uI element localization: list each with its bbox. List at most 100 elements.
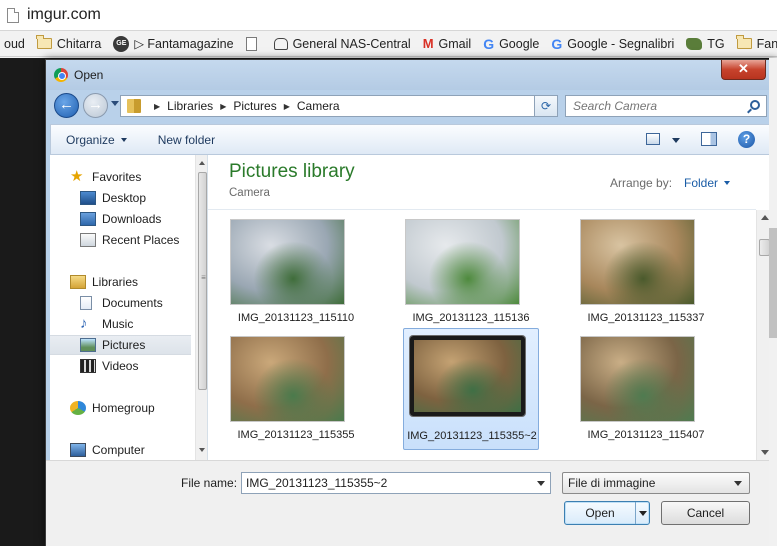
sidebar-item-favorites[interactable]: ★ Favorites	[50, 167, 191, 187]
image-thumbnail[interactable]	[410, 336, 525, 416]
arrange-by-dropdown[interactable]: Folder	[684, 176, 731, 190]
refresh-button[interactable]: ⟳	[534, 95, 558, 117]
sidebar-item-computer[interactable]: Computer	[50, 440, 191, 460]
recent-locations-dropdown-icon[interactable]	[111, 101, 119, 106]
url-text[interactable]: imgur.com	[27, 6, 101, 24]
breadcrumb-pictures[interactable]: Pictures	[233, 99, 276, 113]
bookmark-label[interactable]: Fant	[757, 37, 777, 51]
image-thumbnail[interactable]	[230, 336, 345, 422]
bookmark-item[interactable]: oud	[0, 34, 29, 54]
file-type-select[interactable]: File di immagine	[562, 472, 750, 494]
search-box[interactable]	[565, 95, 767, 117]
change-view-icon[interactable]	[646, 133, 660, 145]
bookmark-label[interactable]: General NAS-Central	[293, 37, 411, 51]
file-type-value[interactable]: File di immagine	[568, 476, 655, 490]
breadcrumb-libraries[interactable]: Libraries	[167, 99, 213, 113]
new-folder-button[interactable]: New folder	[158, 133, 215, 147]
sidebar-item-libraries[interactable]: Libraries	[50, 272, 191, 292]
sidebar-item-videos[interactable]: Videos	[50, 356, 191, 376]
bookmark-item[interactable]: Chitarra	[33, 34, 105, 54]
image-thumbnail[interactable]	[580, 336, 695, 422]
preview-pane-icon[interactable]	[701, 132, 717, 146]
chevron-right-icon[interactable]: ▶	[220, 102, 226, 111]
file-tile[interactable]: IMG_20131123_115407	[578, 328, 714, 450]
sidebar-item-label: Downloads	[102, 212, 162, 226]
bookmark-label[interactable]: Google	[499, 37, 539, 51]
bookmark-item[interactable]: G Google - Segnalibri	[547, 34, 678, 54]
sidebar-item-desktop[interactable]: Desktop	[50, 188, 191, 208]
scroll-down-icon[interactable]	[761, 450, 769, 455]
image-thumbnail[interactable]	[230, 219, 345, 305]
search-input[interactable]	[566, 96, 736, 116]
scroll-up-icon[interactable]	[199, 161, 205, 165]
breadcrumb[interactable]: ▶ Libraries ▶ Pictures ▶ Camera	[120, 95, 558, 117]
search-icon[interactable]	[750, 100, 760, 110]
image-thumbnail[interactable]	[580, 219, 695, 305]
scroll-down-icon[interactable]	[199, 448, 205, 452]
file-tile[interactable]: IMG_20131123_115136	[403, 211, 539, 333]
forward-button[interactable]: →	[83, 93, 108, 118]
navigation-scrollbar[interactable]	[195, 155, 207, 460]
bookmark-label[interactable]: Gmail	[439, 37, 472, 51]
file-name[interactable]: IMG_20131123_115110	[228, 311, 364, 325]
scroll-thumb[interactable]	[198, 172, 207, 390]
file-name-combobox[interactable]	[241, 472, 551, 494]
bookmark-item[interactable]: M Gmail	[419, 34, 476, 54]
scroll-up-icon[interactable]	[761, 215, 769, 220]
bookmark-item[interactable]: General NAS-Central	[270, 34, 415, 54]
sidebar-item-pictures[interactable]: Pictures	[50, 335, 191, 355]
thumbnail-subject	[231, 337, 344, 421]
file-tile[interactable]: IMG_20131123_115355	[228, 328, 364, 450]
cancel-button[interactable]: Cancel	[661, 501, 750, 525]
file-name[interactable]: IMG_20131123_115355	[228, 428, 364, 442]
file-tile[interactable]: IMG_20131123_115355~2	[403, 328, 539, 450]
organize-button[interactable]: Organize	[66, 133, 127, 147]
sidebar-item-music[interactable]: ♪ Music	[50, 314, 191, 334]
bookmark-label[interactable]: Chitarra	[57, 37, 101, 51]
split-divider	[635, 502, 636, 524]
help-icon[interactable]: ?	[738, 131, 755, 148]
bookmark-item[interactable]: GE ▷ Fantamagazine	[109, 34, 237, 54]
close-button[interactable]: ✕	[721, 60, 766, 80]
file-name[interactable]: IMG_20131123_115337	[578, 311, 714, 325]
libraries-icon	[127, 99, 141, 113]
open-button[interactable]: Open	[564, 501, 650, 525]
bookmark-label[interactable]: TG	[707, 37, 724, 51]
chevron-down-icon[interactable]	[724, 181, 731, 185]
sidebar-item-label: Desktop	[102, 191, 147, 205]
chevron-down-icon[interactable]	[537, 481, 545, 486]
bookmark-item[interactable]: Fant	[733, 34, 777, 54]
back-button[interactable]: ←	[54, 93, 79, 118]
chevron-down-icon[interactable]	[672, 138, 680, 143]
chevron-down-icon[interactable]	[639, 511, 647, 516]
sidebar-item-homegroup[interactable]: Homegroup	[50, 398, 191, 418]
bookmark-label[interactable]: ▷ Fantamagazine	[134, 36, 233, 51]
bookmark-item[interactable]	[242, 34, 266, 54]
file-name-input[interactable]	[242, 473, 527, 493]
thumbnail-subject	[581, 220, 694, 304]
file-name[interactable]: IMG_20131123_115136	[403, 311, 539, 325]
bookmark-label[interactable]: oud	[4, 37, 25, 51]
bookmark-item[interactable]: TG	[682, 34, 728, 54]
image-thumbnail[interactable]	[405, 219, 520, 305]
sidebar-item-label: Music	[102, 317, 134, 331]
file-name[interactable]: IMG_20131123_115407	[578, 428, 714, 442]
chevron-down-icon[interactable]	[734, 481, 742, 486]
bookmark-label[interactable]: Google - Segnalibri	[567, 37, 674, 51]
nas-icon	[273, 37, 288, 50]
chevron-right-icon[interactable]: ▶	[154, 102, 160, 111]
breadcrumb-camera[interactable]: Camera	[297, 99, 340, 113]
file-tile[interactable]: IMG_20131123_115337	[578, 211, 714, 333]
sidebar-item-recent-places[interactable]: Recent Places	[50, 230, 191, 250]
sidebar-item-documents[interactable]: Documents	[50, 293, 191, 313]
file-tile[interactable]: IMG_20131123_115110	[228, 211, 364, 333]
page-scrollbar[interactable]	[769, 58, 777, 546]
bookmark-item[interactable]: G Google	[479, 34, 543, 54]
file-name[interactable]: IMG_20131123_115355~2	[404, 429, 540, 443]
address-bar[interactable]: imgur.com	[0, 0, 777, 31]
chevron-right-icon[interactable]: ▶	[284, 102, 290, 111]
arrange-by-value[interactable]: Folder	[684, 176, 718, 190]
scroll-thumb[interactable]	[769, 228, 777, 338]
open-button-label[interactable]: Open	[565, 502, 635, 524]
sidebar-item-downloads[interactable]: Downloads	[50, 209, 191, 229]
